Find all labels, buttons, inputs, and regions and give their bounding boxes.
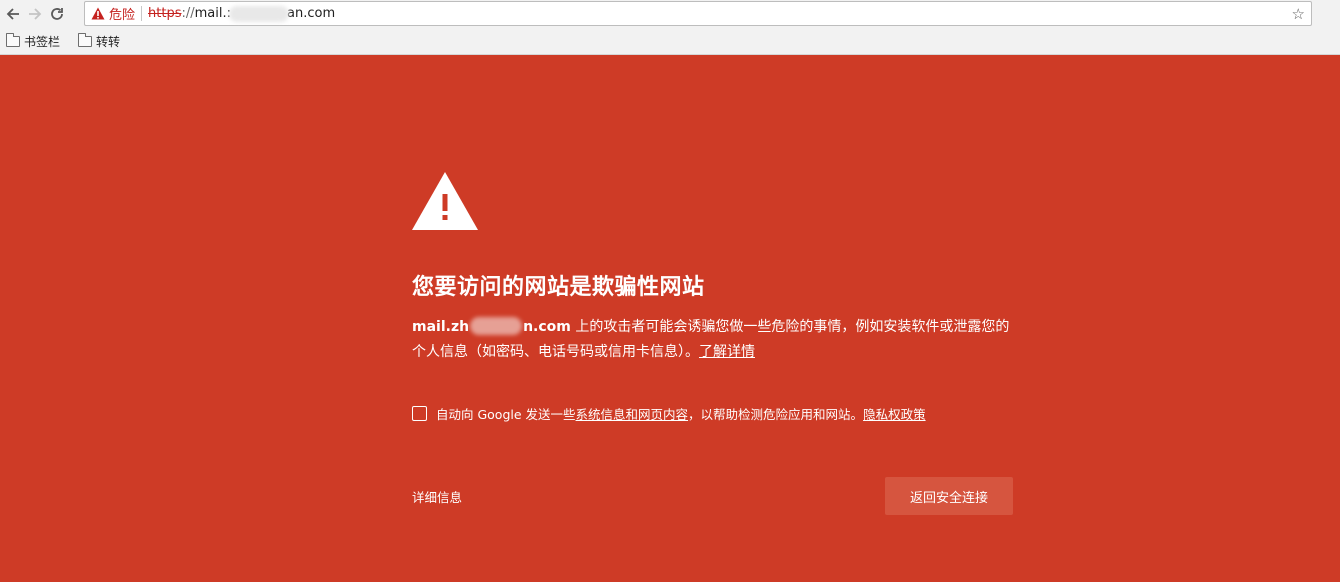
bookmark-folder-zhuanzhuan[interactable]: 转转 (78, 32, 121, 50)
url-host-start: mail.: (194, 6, 231, 21)
folder-icon (78, 32, 93, 47)
forward-arrow-icon[interactable] (24, 3, 46, 25)
redacted-url-segment (229, 5, 289, 22)
folder-icon (6, 32, 20, 47)
redacted-host-segment (470, 317, 523, 335)
warning-description: mail.zh n.com 上的攻击者可能会诱骗您做一些危险的事情，例如安装软件或… (412, 315, 1012, 365)
bookmarks-bar: 书签栏 转转 (0, 28, 1340, 55)
system-info-link[interactable]: 系统信息和网页内容 (576, 404, 689, 423)
url-scheme: https (148, 6, 182, 21)
back-to-safety-button[interactable]: 返回安全连接 (885, 477, 1013, 515)
reload-icon[interactable] (46, 3, 68, 25)
url-host-end: an.com (287, 6, 336, 21)
learn-more-link[interactable]: 了解详情 (699, 344, 755, 360)
browser-toolbar: 危险 https://mail.: an.com ☆ (0, 0, 1340, 28)
warning-triangle-icon (91, 7, 105, 20)
report-checkbox[interactable] (412, 406, 427, 421)
bookmark-folder-bookmarks-bar[interactable]: 书签栏 (6, 32, 61, 50)
bookmark-star-icon[interactable]: ☆ (1292, 5, 1305, 23)
details-link[interactable]: 详细信息 (412, 487, 462, 506)
privacy-policy-link[interactable]: 隐私权政策 (863, 404, 926, 423)
warning-triangle-icon (412, 172, 478, 230)
bookmark-label: 书签栏 (24, 34, 61, 49)
bookmark-label: 转转 (96, 34, 121, 49)
address-bar[interactable]: 危险 https://mail.: an.com ☆ (84, 1, 1312, 26)
url-scheme-separator: :// (181, 6, 195, 21)
report-text-mid: ，以帮助检测危险应用和网站。 (688, 407, 864, 422)
safe-browsing-report-option: 自动向 Google 发送一些 系统信息和网页内容 ，以帮助检测危险应用和网站。 隐私… (412, 404, 926, 423)
security-status-label: 危险 (109, 8, 136, 23)
report-text-prefix: 自动向 Google 发送一些 (436, 407, 576, 422)
back-arrow-icon[interactable] (2, 3, 24, 25)
site-host-end: n.com (523, 319, 571, 335)
divider (141, 6, 143, 21)
page-title: 您要访问的网站是欺骗性网站 (412, 275, 705, 300)
site-host-start: mail.zh (412, 319, 470, 335)
deceptive-site-warning: 您要访问的网站是欺骗性网站 mail.zh n.com 上的攻击者可能会诱骗您做一… (0, 55, 1340, 582)
